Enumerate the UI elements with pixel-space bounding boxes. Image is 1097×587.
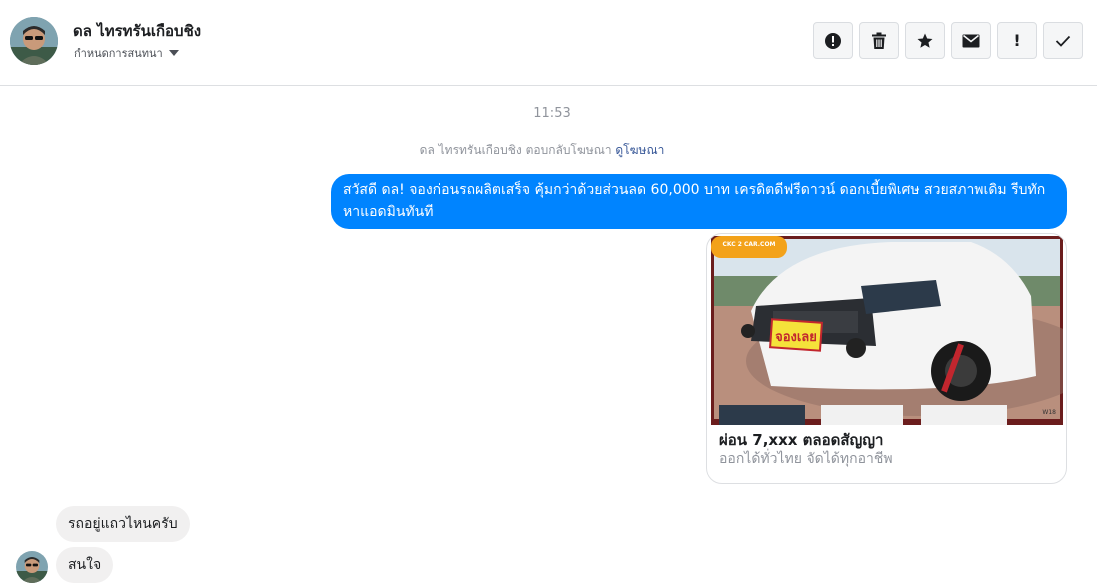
checkmark-icon — [1055, 35, 1071, 47]
star-icon — [917, 33, 933, 48]
alert-circle-icon — [825, 32, 841, 49]
contact-avatar-small[interactable] — [16, 551, 48, 583]
mark-unread-button[interactable] — [951, 22, 991, 59]
outgoing-message[interactable]: สวัสดี ดล! จองก่อนรถผลิตเสร็จ คุ้มกว่าด้… — [331, 174, 1067, 229]
ad-preview-card[interactable]: จองเลย CKC 2 CAR.COM W18 ผ่อน 7,xxx ตลอด… — [706, 233, 1067, 484]
conversation-header: ดล ไทรทรันเกือบชิง กำหนดการสนทนา ! — [0, 0, 1097, 86]
ad-reply-note: ดล ไทรทรันเกือบชิง ตอบกลับโฆษณา ดูโฆษณา — [0, 141, 1084, 160]
conversation-settings-label: กำหนดการสนทนา — [74, 47, 163, 60]
incoming-message[interactable]: สนใจ — [56, 547, 114, 583]
contact-name[interactable]: ดล ไทรทรันเกือบชิง — [73, 19, 201, 43]
mark-spam-button[interactable] — [813, 22, 853, 59]
contact-avatar[interactable] — [10, 17, 58, 65]
envelope-icon — [962, 34, 980, 47]
message-timestamp: 11:53 — [533, 106, 571, 121]
mark-done-button[interactable] — [1043, 22, 1083, 59]
ad-badge-text: CKC 2 CAR.COM — [722, 241, 775, 248]
caret-down-icon — [168, 50, 179, 56]
ad-corner-text: W18 — [1042, 409, 1056, 416]
mark-important-button[interactable]: ! — [997, 22, 1037, 59]
exclamation-icon: ! — [1013, 31, 1021, 50]
star-button[interactable] — [905, 22, 945, 59]
ad-plate-text: จองเลย — [775, 330, 817, 345]
view-ad-link[interactable]: ดูโฆษณา — [615, 143, 664, 157]
conversation-toolbar: ! — [813, 22, 1083, 59]
ad-reply-text: ดล ไทรทรันเกือบชิง ตอบกลับโฆษณา — [419, 143, 612, 157]
trash-icon — [872, 32, 886, 49]
delete-button[interactable] — [859, 22, 899, 59]
ad-subtitle: ออกได้ทั่วไทย จัดได้ทุกอาชีพ — [719, 451, 893, 467]
incoming-message[interactable]: รถอยู่แถวไหนครับ — [56, 506, 190, 542]
ad-image: จองเลย CKC 2 CAR.COM W18 — [711, 236, 1063, 425]
conversation-settings-dropdown[interactable]: กำหนดการสนทนา — [74, 44, 179, 62]
